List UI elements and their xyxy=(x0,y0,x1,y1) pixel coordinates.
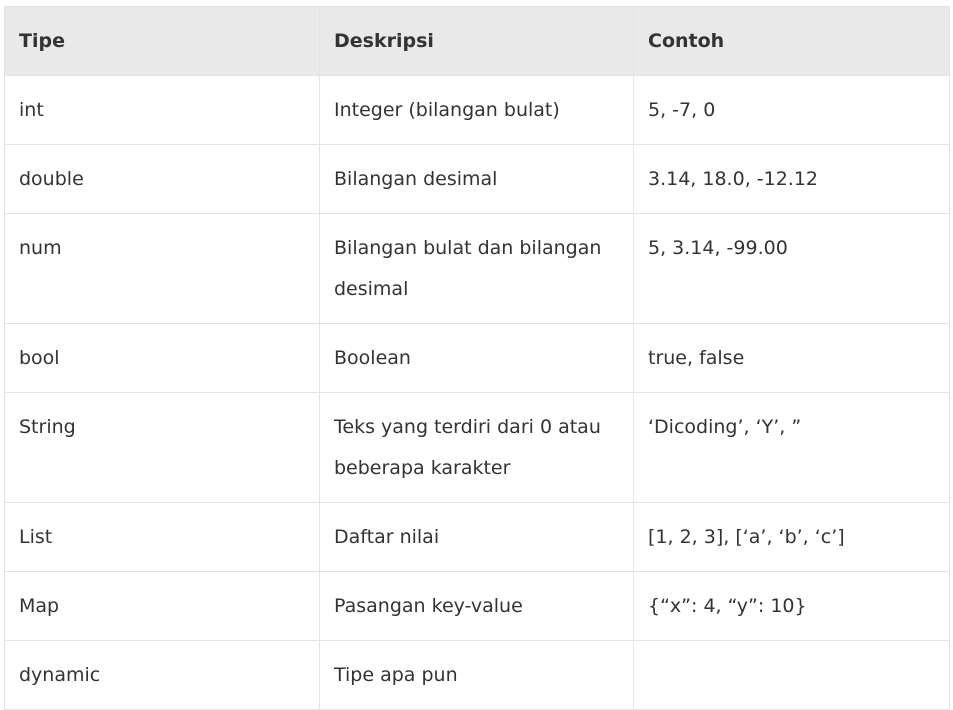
table-row: Map Pasangan key-value {“x”: 4, “y”: 10} xyxy=(4,571,950,641)
type-cell: List xyxy=(4,502,320,572)
description-cell: Integer (bilangan bulat) xyxy=(319,75,634,145)
type-cell: Map xyxy=(4,571,320,641)
table-row: dynamic Tipe apa pun xyxy=(4,640,950,710)
description-cell: Daftar nilai xyxy=(319,502,634,572)
description-cell: Teks yang terdiri dari 0 atau beberapa k… xyxy=(319,392,634,503)
table-row: String Teks yang terdiri dari 0 atau beb… xyxy=(4,392,950,503)
data-types-table: Tipe Deskripsi Contoh int Integer (bilan… xyxy=(4,6,950,710)
type-cell: dynamic xyxy=(4,640,320,710)
example-cell: 3.14, 18.0, -12.12 xyxy=(633,144,950,214)
header-example: Contoh xyxy=(633,6,950,76)
table-row: double Bilangan desimal 3.14, 18.0, -12.… xyxy=(4,144,950,214)
type-cell: bool xyxy=(4,323,320,393)
table-row: int Integer (bilangan bulat) 5, -7, 0 xyxy=(4,75,950,145)
table-header: Tipe Deskripsi Contoh xyxy=(4,6,950,76)
table-row: bool Boolean true, false xyxy=(4,323,950,393)
header-row: Tipe Deskripsi Contoh xyxy=(4,6,950,76)
description-cell: Bilangan desimal xyxy=(319,144,634,214)
description-cell: Pasangan key-value xyxy=(319,571,634,641)
description-cell: Bilangan bulat dan bilangan desimal xyxy=(319,213,634,324)
description-cell: Boolean xyxy=(319,323,634,393)
type-cell: int xyxy=(4,75,320,145)
example-cell: ‘Dicoding’, ‘Y’, ” xyxy=(633,392,950,503)
table-row: List Daftar nilai [1, 2, 3], [‘a’, ‘b’, … xyxy=(4,502,950,572)
type-cell: String xyxy=(4,392,320,503)
example-cell: [1, 2, 3], [‘a’, ‘b’, ‘c’] xyxy=(633,502,950,572)
header-type: Tipe xyxy=(4,6,320,76)
table-row: num Bilangan bulat dan bilangan desimal … xyxy=(4,213,950,324)
description-cell: Tipe apa pun xyxy=(319,640,634,710)
example-cell xyxy=(633,640,950,710)
example-cell: {“x”: 4, “y”: 10} xyxy=(633,571,950,641)
example-cell: true, false xyxy=(633,323,950,393)
type-cell: num xyxy=(4,213,320,324)
table-body: int Integer (bilangan bulat) 5, -7, 0 do… xyxy=(4,75,950,710)
header-description: Deskripsi xyxy=(319,6,634,76)
example-cell: 5, 3.14, -99.00 xyxy=(633,213,950,324)
type-cell: double xyxy=(4,144,320,214)
example-cell: 5, -7, 0 xyxy=(633,75,950,145)
